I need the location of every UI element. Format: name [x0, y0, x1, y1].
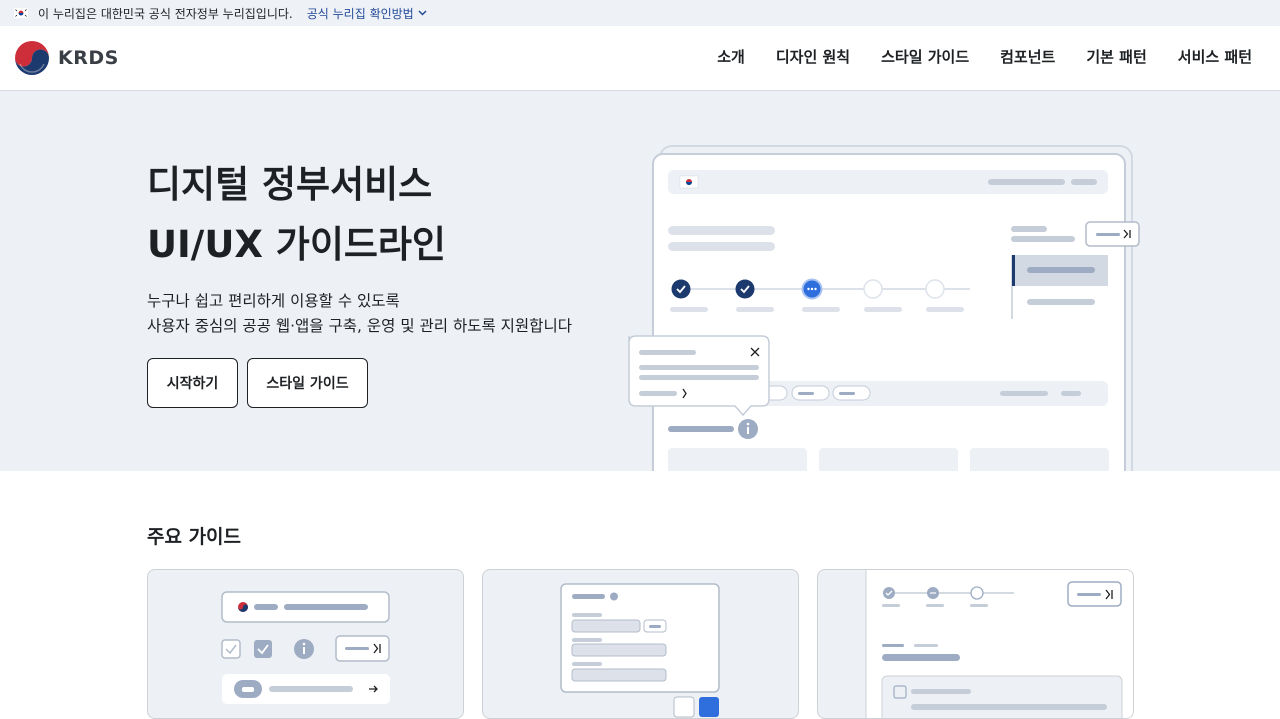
verify-link-label: 공식 누리집 확인방법 [306, 6, 414, 21]
nav-item-style-guide[interactable]: 스타일 가이드 [881, 46, 969, 67]
hero-section: 디지털 정부서비스 UI/UX 가이드라인 누구나 쉽고 편리하게 이용할 수 … [0, 91, 1280, 471]
verify-link[interactable]: 공식 누리집 확인방법 [307, 5, 427, 22]
gov-banner: 이 누리집은 대한민국 공식 전자정부 누리집입니다. 공식 누리집 확인방법 [0, 0, 1280, 26]
start-button[interactable]: 시작하기 [147, 358, 238, 408]
mini-flag-icon [679, 175, 699, 189]
guide-card-style[interactable] [147, 569, 464, 719]
nav-item-design-principles[interactable]: 디자인 원칙 [776, 46, 850, 67]
guide-card-patterns[interactable] [817, 569, 1134, 719]
guide-card-components[interactable] [482, 569, 799, 719]
style-guide-button[interactable]: 스타일 가이드 [247, 358, 368, 408]
hero-desc-line2: 사용자 중심의 공공 웹·앱을 구축, 운영 및 관리 하도록 지원합니다 [147, 317, 572, 335]
guide-card-patterns-illustration [865, 570, 1133, 718]
hero-description: 누구나 쉽고 편리하게 이용할 수 있도록 사용자 중심의 공공 웹·앱을 구축… [147, 289, 572, 339]
government-emblem-icon [15, 41, 49, 75]
nav-item-components[interactable]: 컴포넌트 [1000, 46, 1055, 67]
hero-illustration [628, 145, 1140, 471]
nav-item-intro[interactable]: 소개 [717, 46, 745, 67]
nav-item-basic-patterns[interactable]: 기본 패턴 [1086, 46, 1146, 67]
nav-item-service-patterns[interactable]: 서비스 패턴 [1178, 46, 1252, 67]
chevron-down-icon [418, 8, 427, 19]
guide-card-components-illustration [560, 583, 720, 718]
logo-text: KRDS [58, 47, 119, 69]
krds-logo[interactable]: KRDS [14, 40, 119, 76]
hero-title-line1: 디지털 정부서비스 [147, 163, 433, 206]
guide-card-style-illustration [221, 591, 390, 704]
korea-flag-icon [14, 8, 28, 18]
hero-desc-line1: 누구나 쉽고 편리하게 이용할 수 있도록 [147, 292, 400, 310]
main-nav: 소개 디자인 원칙 스타일 가이드 컴포넌트 기본 패턴 서비스 패턴 [686, 46, 1252, 67]
site-header: KRDS 소개 디자인 원칙 스타일 가이드 컴포넌트 기본 패턴 서비스 패턴 [0, 26, 1280, 91]
hero-title-line2: UI/UX 가이드라인 [147, 223, 446, 266]
guides-title: 주요 가이드 [147, 526, 242, 548]
hero-title: 디지털 정부서비스 UI/UX 가이드라인 [147, 155, 446, 275]
gov-notice: 이 누리집은 대한민국 공식 전자정부 누리집입니다. [38, 6, 293, 21]
